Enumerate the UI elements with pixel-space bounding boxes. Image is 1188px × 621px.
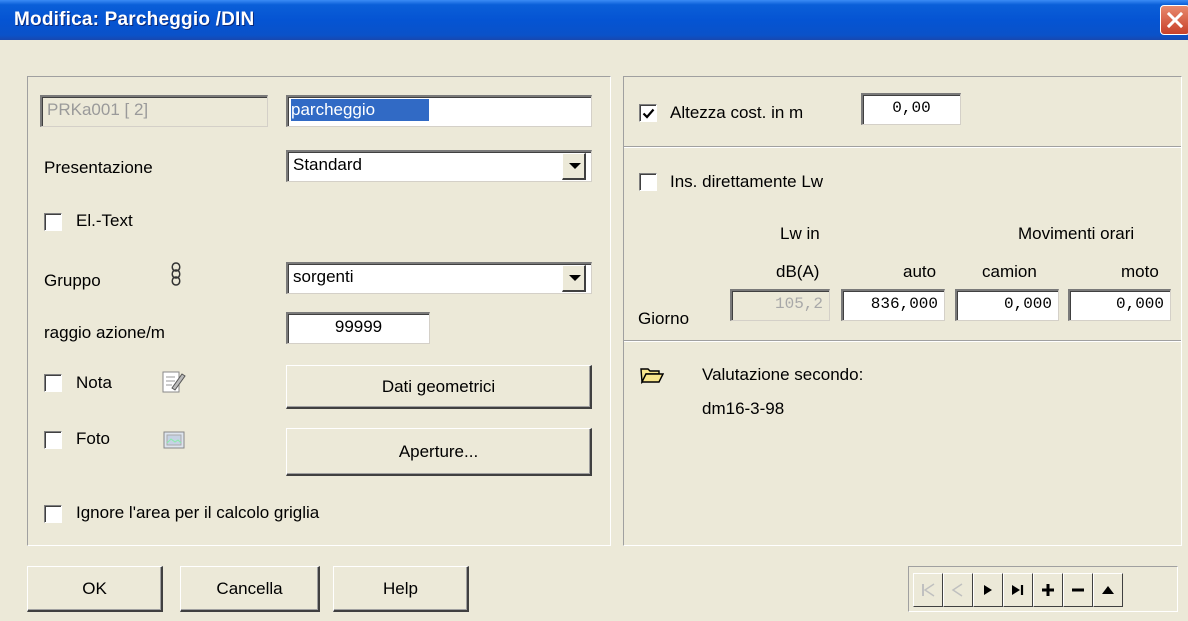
valutazione-value[interactable]: dm16-3-98 xyxy=(702,399,784,419)
eltext-checkbox[interactable] xyxy=(44,213,62,231)
record-navigator xyxy=(908,566,1178,612)
raggio-value: 99999 xyxy=(334,317,383,336)
checkmark-icon xyxy=(642,108,655,119)
last-record-icon xyxy=(1012,585,1024,595)
presentazione-label: Presentazione xyxy=(44,158,153,177)
close-button[interactable] xyxy=(1160,5,1188,35)
source-name-text: parcheggio xyxy=(291,99,430,121)
movimenti-header: Movimenti orari xyxy=(1018,224,1135,243)
first-record-icon xyxy=(922,583,935,597)
lw-direct-checkbox[interactable] xyxy=(639,173,657,191)
lw-direct-label: Ins. direttamente Lw xyxy=(670,172,824,191)
cancel-label: Cancella xyxy=(216,579,283,598)
nota-checkbox[interactable] xyxy=(44,374,62,392)
title-bar[interactable]: Modifica: Parcheggio /DIN xyxy=(0,0,1188,40)
col-camion-header: camion xyxy=(982,262,1037,281)
altezza-label: Altezza cost. in m xyxy=(670,103,804,122)
source-id-text: PRKa001 [ 2] xyxy=(47,100,149,119)
altezza-value: 0,00 xyxy=(892,99,931,117)
first-record-button[interactable] xyxy=(913,573,943,607)
plus-icon xyxy=(1042,584,1054,596)
valutazione-label: Valutazione secondo: xyxy=(702,365,864,384)
gruppo-value: sorgenti xyxy=(293,267,354,286)
chevron-down-icon[interactable] xyxy=(562,153,586,180)
cancel-button[interactable]: Cancella xyxy=(180,566,320,612)
col-auto-header: auto xyxy=(903,262,937,281)
raggio-input[interactable]: 99999 xyxy=(286,312,430,344)
right-divider-2 xyxy=(624,340,1181,342)
up-arrow-icon xyxy=(1102,586,1114,594)
camion-value: 0,000 xyxy=(1003,295,1052,313)
source-id-field: PRKa001 [ 2] xyxy=(40,95,268,127)
delete-record-button[interactable] xyxy=(1063,573,1093,607)
moto-input[interactable]: 0,000 xyxy=(1068,289,1171,321)
presentazione-value: Standard xyxy=(293,155,362,174)
moto-value: 0,000 xyxy=(1115,295,1164,313)
lw-header-1: Lw in xyxy=(780,224,820,243)
next-record-icon xyxy=(984,585,992,595)
auto-input[interactable]: 836,000 xyxy=(841,289,945,321)
up-button[interactable] xyxy=(1093,573,1123,607)
next-record-button[interactable] xyxy=(973,573,1003,607)
dati-geometrici-button[interactable]: Dati geometrici xyxy=(286,365,592,409)
altezza-checkbox[interactable] xyxy=(639,104,657,122)
nota-label: Nota xyxy=(76,373,112,392)
lw-value-field: 105,2 xyxy=(730,289,830,321)
ignore-area-checkbox[interactable] xyxy=(44,505,62,523)
ignore-area-label: Ignore l'area per il calcolo griglia xyxy=(76,503,320,522)
prev-record-button[interactable] xyxy=(943,573,973,607)
foto-label: Foto xyxy=(76,429,111,448)
gruppo-field[interactable]: sorgenti xyxy=(286,262,592,294)
help-button[interactable]: Help xyxy=(333,566,469,612)
ok-button[interactable]: OK xyxy=(27,566,163,612)
raggio-label: raggio azione/m xyxy=(44,323,165,342)
lw-header-2: dB(A) xyxy=(776,262,820,281)
prev-record-icon xyxy=(951,583,963,597)
auto-value: 836,000 xyxy=(870,295,938,313)
presentazione-field[interactable]: Standard xyxy=(286,150,592,182)
chevron-down-icon[interactable] xyxy=(562,265,586,292)
add-record-button[interactable] xyxy=(1033,573,1063,607)
source-name-input[interactable]: parcheggio xyxy=(286,95,592,127)
last-record-button[interactable] xyxy=(1003,573,1033,607)
aperture-label: Aperture... xyxy=(398,442,479,461)
photo-icon[interactable] xyxy=(162,429,186,451)
chain-link-icon[interactable] xyxy=(166,260,186,290)
foto-checkbox[interactable] xyxy=(44,431,62,449)
gruppo-label: Gruppo xyxy=(44,271,101,290)
camion-input[interactable]: 0,000 xyxy=(955,289,1059,321)
aperture-button[interactable]: Aperture... xyxy=(286,428,592,476)
minus-icon xyxy=(1072,588,1084,592)
help-label: Help xyxy=(383,579,418,598)
right-divider-1 xyxy=(624,146,1181,148)
window-title: Modifica: Parcheggio /DIN xyxy=(14,9,255,30)
giorno-label: Giorno xyxy=(638,309,690,328)
eltext-label: El.-Text xyxy=(76,211,133,230)
open-folder-icon[interactable] xyxy=(640,366,664,384)
close-icon xyxy=(1166,11,1184,29)
dati-geometrici-label: Dati geometrici xyxy=(381,377,496,396)
note-pencil-icon[interactable] xyxy=(160,368,186,396)
lw-value: 105,2 xyxy=(774,295,823,313)
altezza-input[interactable]: 0,00 xyxy=(861,93,961,125)
ok-label: OK xyxy=(82,579,107,598)
col-moto-header: moto xyxy=(1121,262,1159,281)
